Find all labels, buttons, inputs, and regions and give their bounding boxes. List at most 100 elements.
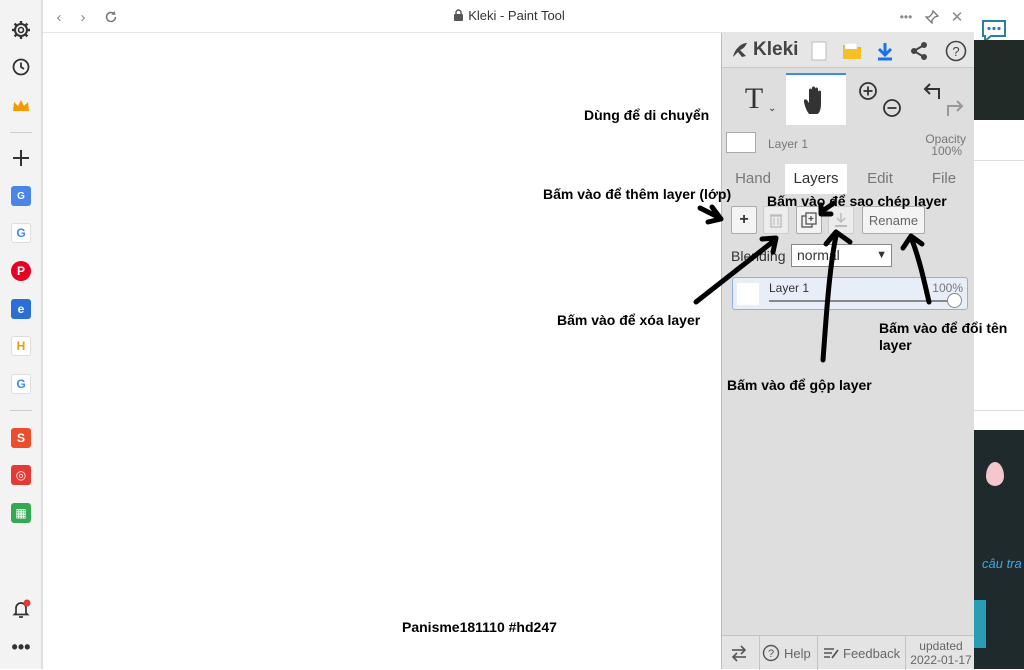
swap-sides-icon[interactable] (730, 644, 748, 667)
teal-block (974, 600, 986, 648)
annotation-move: Dùng để di chuyển (584, 107, 710, 123)
share-icon[interactable] (907, 39, 931, 63)
window-title-wrap: Kleki - Paint Tool (43, 8, 975, 24)
trash-icon (770, 214, 782, 228)
layer-opacity-slider-handle[interactable] (947, 293, 962, 308)
merge-down-icon (835, 213, 847, 227)
tool-row: T ⌄ (722, 73, 976, 125)
updated-label: updated (919, 639, 963, 653)
close-icon[interactable]: ✕ (947, 7, 967, 27)
browser-sidebar: G G P e H G S ◎ ▦ ••• (0, 0, 42, 669)
help-button[interactable]: ? Help (759, 636, 817, 670)
tab-edit[interactable]: Edit (849, 164, 911, 194)
sidebar-divider (10, 132, 32, 133)
merge-layer-button[interactable] (828, 206, 854, 234)
undo-icon[interactable] (921, 79, 943, 101)
zoom-in-icon[interactable] (857, 80, 879, 102)
redo-icon[interactable] (944, 96, 966, 118)
title-bar: ‹ › Kleki - Paint Tool ••• ✕ (43, 0, 975, 33)
feedback-icon (824, 648, 839, 659)
tab-hand[interactable]: Hand (722, 164, 784, 194)
duplicate-icon (801, 212, 817, 228)
sheet-app-icon[interactable]: ▦ (9, 501, 33, 525)
feedback-label: Feedback (843, 645, 901, 661)
notification-bell-icon[interactable] (9, 597, 33, 621)
help-circle-icon[interactable]: ? (944, 39, 968, 63)
watermark-text: Panisme181110 #hd247 (402, 619, 557, 635)
blending-select-value: normal (797, 247, 840, 263)
download-icon[interactable] (873, 39, 897, 63)
pin-icon[interactable] (922, 7, 942, 27)
popup-window: ‹ › Kleki - Paint Tool ••• ✕ Kleki ? T ⌄… (42, 0, 976, 670)
chevron-down-icon: ▼ (876, 249, 887, 261)
layer-item-name: Layer 1 (769, 281, 810, 295)
drawing-canvas[interactable] (43, 33, 721, 669)
window-title: Kleki - Paint Tool (468, 8, 565, 23)
rename-layer-button[interactable]: Rename (862, 206, 925, 234)
annotation-duplicate-layer: Bấm vào để sao chép layer (767, 193, 947, 209)
blending-select[interactable]: normal ▼ (791, 244, 892, 267)
history-icon[interactable] (9, 55, 33, 79)
sidebar-divider-2 (10, 410, 32, 411)
layer-item[interactable]: Layer 1 100% (732, 277, 968, 310)
hand-tool-button[interactable] (786, 73, 846, 125)
feedback-button[interactable]: Feedback (817, 636, 905, 670)
translate-icon[interactable]: G (9, 184, 33, 208)
layer-item-opacity: 100% (932, 281, 963, 295)
text-tool-glyph: T (744, 82, 764, 115)
current-layer-name: Layer 1 (768, 137, 809, 151)
kleki-logo-icon (733, 43, 747, 57)
svg-text:?: ? (768, 648, 774, 660)
panel-footer: ? Help Feedback updated 2022-01-17 (722, 635, 976, 670)
tab-file[interactable]: File (913, 164, 975, 194)
undo-redo-buttons (912, 73, 972, 125)
crown-icon[interactable] (9, 94, 33, 118)
annotation-rename-layer-line1: Bấm vào để đổi tên (879, 320, 1008, 336)
more-options-icon[interactable]: ••• (896, 7, 916, 27)
side-link-text[interactable]: câu tra (982, 556, 1022, 571)
new-file-icon[interactable] (807, 39, 831, 63)
opacity-value: 100% (931, 144, 962, 158)
add-icon[interactable] (9, 146, 33, 170)
kleki-panel: Kleki ? T ⌄ Layer 1 Opacity 100% Hand La… (721, 33, 976, 670)
game-app-icon[interactable]: ◎ (9, 463, 33, 487)
google-icon[interactable]: G (9, 221, 33, 245)
edge-app-icon[interactable]: e (9, 297, 33, 321)
screen: G G P e H G S ◎ ▦ ••• ‹ › Kleki - Paint … (0, 0, 1024, 670)
panel-tabs: Hand Layers Edit File (722, 164, 976, 194)
help-label: Help (784, 645, 811, 661)
annotation-delete-layer: Bấm vào để xóa layer (557, 312, 701, 328)
help-circle-icon: ? (762, 644, 780, 662)
layer-item-thumbnail (737, 283, 759, 305)
annotation-add-layer: Bấm vào để thêm layer (lớp) (543, 186, 732, 202)
annotation-merge-layer: Bấm vào để gộp layer (727, 377, 872, 393)
settings-icon[interactable] (9, 18, 33, 42)
annotation-rename-layer-line2: layer (879, 337, 912, 353)
google-icon-2[interactable]: G (9, 372, 33, 396)
kleki-logo-text: Kleki (753, 39, 799, 60)
layer-opacity-slider-track[interactable] (769, 300, 955, 302)
more-dots-icon[interactable]: ••• (9, 635, 33, 659)
duplicate-layer-button[interactable] (796, 206, 822, 234)
updated-info: updated 2022-01-17 (905, 636, 976, 670)
divider-line (974, 160, 1024, 161)
text-tool-button[interactable]: T ⌄ (724, 73, 784, 125)
add-layer-button[interactable]: + (731, 206, 757, 234)
blending-label: Blending (731, 248, 786, 264)
kleki-logo[interactable]: Kleki (730, 39, 798, 61)
updated-date: 2022-01-17 (910, 653, 972, 667)
layers-panel: + Rename Blending normal ▼ Layer 1 100% (722, 194, 976, 635)
dark-banner (974, 40, 1024, 120)
lotus-icon (986, 462, 1004, 486)
tab-layers[interactable]: Layers (785, 164, 847, 194)
zoom-buttons (850, 73, 910, 125)
delete-layer-button[interactable] (763, 206, 789, 234)
open-folder-icon[interactable] (840, 39, 864, 63)
pinterest-icon[interactable]: P (9, 259, 33, 283)
chevron-down-icon: ⌄ (768, 103, 777, 114)
zoom-out-icon[interactable] (881, 97, 903, 119)
layer-preview-swatch[interactable] (726, 132, 756, 153)
shopee-icon[interactable]: S (9, 426, 33, 450)
divider-line-2 (974, 410, 1024, 411)
h-app-icon[interactable]: H (9, 334, 33, 358)
